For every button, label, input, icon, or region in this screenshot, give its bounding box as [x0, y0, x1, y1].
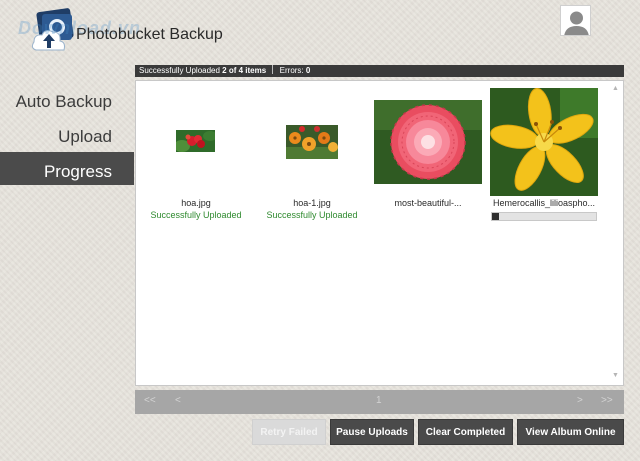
- next-page-button[interactable]: >: [577, 395, 583, 406]
- prev-page-button[interactable]: <: [175, 395, 181, 406]
- status-prefix: Successfully Uploaded: [139, 66, 220, 75]
- status-count: 2 of 4 items: [222, 66, 267, 75]
- first-page-button[interactable]: <<: [144, 395, 156, 406]
- status-errors-count: 0: [305, 66, 311, 75]
- status-bar: Successfully Uploaded 2 of 4 items Error…: [135, 65, 624, 77]
- thumbnail-most-beautiful[interactable]: [374, 100, 482, 184]
- scroll-down-icon[interactable]: ▼: [612, 372, 619, 379]
- retry-failed-button[interactable]: Retry Failed: [252, 419, 326, 445]
- sidebar-item-auto-backup[interactable]: Auto Backup: [16, 92, 112, 112]
- pager: << < 1 > >>: [135, 390, 624, 414]
- file-name: Hemerocallis_lilioaspho...: [492, 198, 596, 208]
- pause-uploads-button[interactable]: Pause Uploads: [330, 419, 414, 445]
- file-name: hoa.jpg: [181, 198, 211, 208]
- thumbnail-hoa[interactable]: [176, 130, 215, 152]
- status-divider: [272, 65, 274, 74]
- thumbnail-hemerocallis[interactable]: [490, 88, 598, 196]
- user-avatar[interactable]: [560, 5, 591, 36]
- clear-completed-button[interactable]: Clear Completed: [418, 419, 513, 445]
- upload-status: Successfully Uploaded: [150, 210, 242, 220]
- upload-progress-fill: [492, 213, 500, 220]
- app-title: Photobucket Backup: [76, 26, 223, 43]
- sidebar-item-progress-label[interactable]: Progress: [44, 162, 112, 182]
- page-number: 1: [376, 395, 382, 406]
- sidebar-item-upload[interactable]: Upload: [58, 127, 112, 147]
- user-silhouette-icon: [561, 6, 590, 35]
- upload-progress-bar: [491, 212, 597, 221]
- view-album-online-button[interactable]: View Album Online: [517, 419, 624, 445]
- status-errors-label: Errors:: [279, 66, 304, 75]
- upload-status: Successfully Uploaded: [266, 210, 358, 220]
- file-name: most-beautiful-...: [394, 198, 462, 208]
- scroll-up-icon[interactable]: ▲: [612, 85, 619, 92]
- last-page-button[interactable]: >>: [601, 395, 613, 406]
- vertical-scrollbar[interactable]: ▲ ▼: [609, 81, 623, 385]
- file-name: hoa-1.jpg: [293, 198, 331, 208]
- photobucket-logo-icon: [28, 8, 76, 58]
- thumbnail-hoa-1[interactable]: [286, 125, 338, 159]
